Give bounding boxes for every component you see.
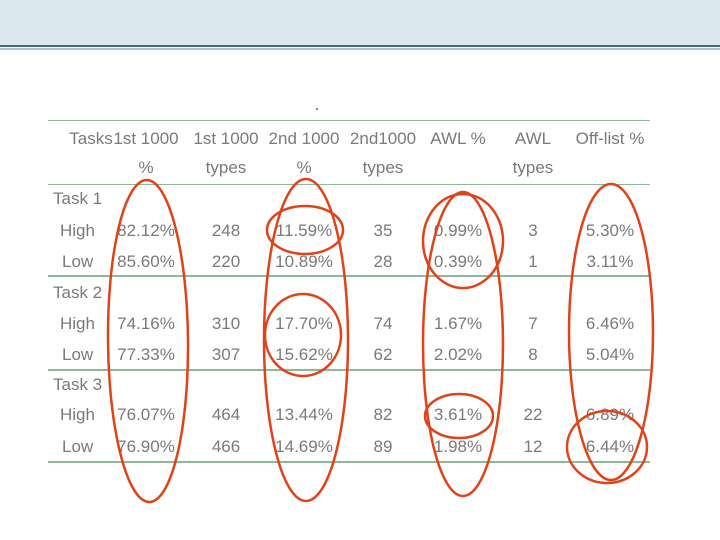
stray-dot [316,108,318,110]
col-header-awl-pct: AWL % [430,129,486,148]
table-cell: 466 [211,437,241,456]
table-cell: 17.70% [275,314,333,333]
table-cell: 1.67% [433,314,483,333]
table-cell: 76.90% [117,437,175,456]
table-cell: 74.16% [117,314,175,333]
table-cell: 10.89% [275,252,333,271]
table-cell: 11.59% [275,221,333,240]
table-cell: 7 [528,314,538,333]
table-cell: 220 [211,252,241,271]
table-cell: 35 [373,221,393,240]
col-header-1st1000-types-sub: types [205,158,247,177]
col-header-awl-types: AWL [514,129,552,148]
table-cell: 89 [373,437,393,456]
row-label: Low [62,437,94,456]
table-top-rule [48,120,650,121]
table-cell: 3 [528,221,538,240]
table-cell: 76.07% [117,405,175,424]
table-cell: 464 [211,405,241,424]
table-cell: 307 [211,345,241,364]
table-cell: 2.02% [433,345,483,364]
task2-bottom-rule [48,369,650,371]
table-cell: 77.33% [117,345,175,364]
table-cell: 6.89% [585,405,635,424]
table-cell: 5.30% [585,221,635,240]
row-label: High [60,405,95,424]
col-header-awl-types-sub: types [512,158,554,177]
col-header-2nd1000-types-sub: types [362,158,404,177]
table-cell: 3.61% [433,405,483,424]
table-cell: 5.04% [585,345,635,364]
header-band [0,0,720,46]
task1-bottom-rule [48,275,650,277]
table-cell: 28 [373,252,393,271]
table-cell: 310 [211,314,241,333]
table-cell: 6.46% [585,314,635,333]
table-cell: 74 [373,314,393,333]
table-cell: 0.39% [433,252,483,271]
table-cell: 1 [528,252,538,271]
row-label: High [60,314,95,333]
col-header-1st1000-pct: 1st 1000 [113,129,179,148]
table-cell: 1.98% [433,437,483,456]
header-divider-light [0,48,720,50]
row-label: Low [62,345,94,364]
table-cell: 14.69% [275,437,333,456]
table-cell: 82.12% [117,221,175,240]
table-cell: 12 [523,437,543,456]
group-label-task2: Task 2 [53,283,103,302]
table-cell: 22 [523,405,543,424]
table-cell: 82 [373,405,393,424]
col-header-1st1000-types: 1st 1000 [193,129,259,148]
col-header-1st1000-pct-sub: % [138,158,154,177]
col-header-2nd1000-pct: 2nd 1000 [268,129,340,148]
group-label-task3: Task 3 [53,375,103,394]
group-label-task1: Task 1 [53,189,103,208]
table-cell: 0.99% [433,221,483,240]
annotation-oval-awl-pct-task1 [421,192,505,290]
row-label: High [60,221,95,240]
header-bottom-rule [48,184,650,185]
col-header-2nd1000-pct-sub: % [296,158,312,177]
table-cell: 13.44% [275,405,333,424]
table-cell: 8 [528,345,538,364]
col-header-2nd1000-types: 2nd1000 [349,129,417,148]
table-cell: 248 [211,221,241,240]
table-cell: 6.44% [585,437,635,456]
table-cell: 3.11% [586,252,634,271]
row-label: Low [62,252,94,271]
col-header-tasks: Tasks [69,129,113,148]
header-divider [0,45,720,47]
col-header-offlist-pct: Off-list % [575,129,645,148]
table-cell: 62 [373,345,393,364]
table-bottom-rule [48,461,650,463]
table-cell: 15.62% [275,345,333,364]
table-cell: 85.60% [117,252,175,271]
